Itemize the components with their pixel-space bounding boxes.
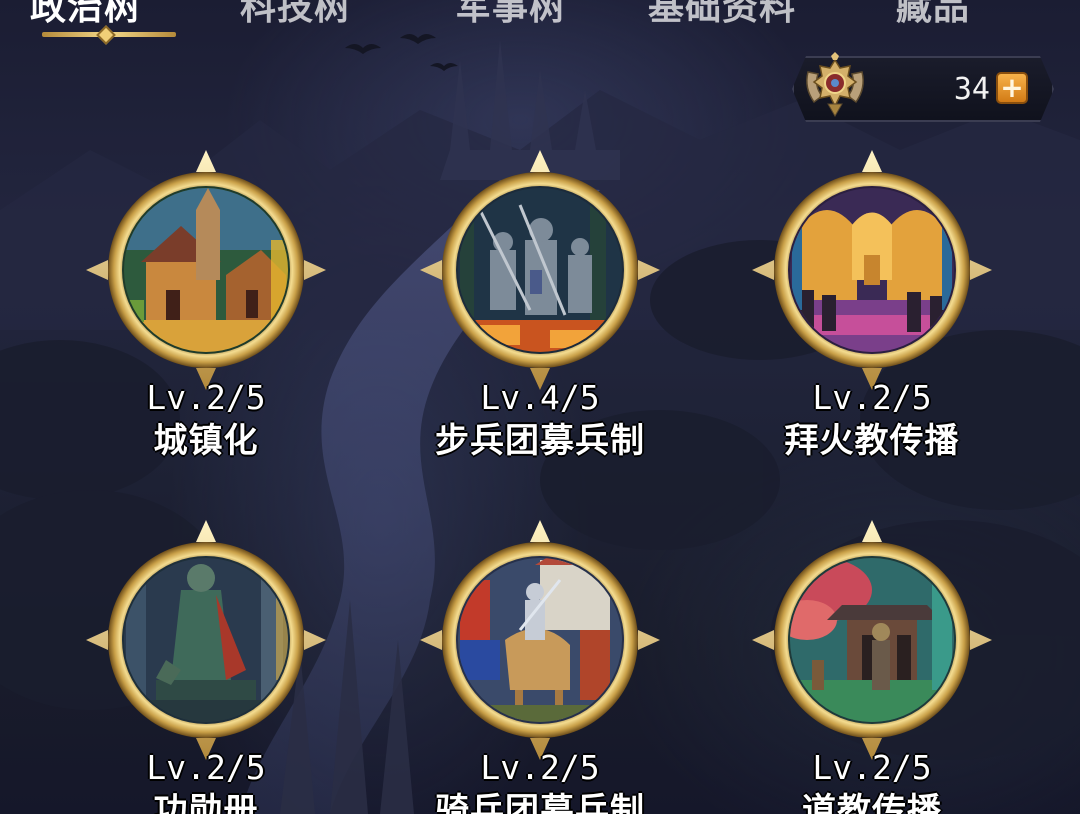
- policy-card-infantry-recruitment[interactable]: Lv.4/5 步兵团募兵制: [420, 150, 660, 470]
- policy-card-zoroastrianism-spread[interactable]: Lv.2/5 拜火教传播: [752, 150, 992, 470]
- policy-name: 步兵团募兵制: [435, 421, 645, 461]
- policy-name: 骑兵团募兵制: [435, 791, 645, 814]
- policy-name: 城镇化: [153, 421, 259, 461]
- policy-card-cavalry-recruitment[interactable]: Lv.2/5 骑兵团募兵制: [420, 520, 660, 814]
- policy-level: Lv.2/5: [812, 378, 932, 417]
- currency-amount: 34: [953, 72, 990, 107]
- tab-bar: 政治树 科技树 军事树 基础资料 藏品: [0, 0, 1080, 52]
- tab-collection[interactable]: 藏品: [896, 0, 970, 28]
- active-tab-gem-icon: [96, 25, 116, 45]
- policy-level: Lv.2/5: [146, 748, 266, 787]
- policy-card-taoism-spread[interactable]: Lv.2/5 道教传播: [752, 520, 992, 814]
- cavalry-painting-icon: [420, 520, 660, 760]
- statue-painting-icon: [86, 520, 326, 760]
- add-currency-button[interactable]: +: [996, 72, 1028, 104]
- winged-shield-emblem-icon: [806, 52, 864, 117]
- policy-name: 道教传播: [802, 791, 942, 814]
- tab-military[interactable]: 军事树: [455, 0, 566, 28]
- policy-card-merit-book[interactable]: Lv.2/5 功勋册: [86, 520, 326, 814]
- tab-basics[interactable]: 基础资料: [648, 0, 796, 28]
- town-painting-icon: [86, 150, 326, 390]
- policy-name: 拜火教传播: [784, 421, 960, 461]
- policy-level: Lv.2/5: [812, 748, 932, 787]
- tab-technology[interactable]: 科技树: [240, 0, 351, 28]
- taoist-shrine-painting-icon: [752, 520, 992, 760]
- fire-temple-painting-icon: [752, 150, 992, 390]
- infantry-painting-icon: [420, 150, 660, 390]
- policy-card-urbanization[interactable]: Lv.2/5 城镇化: [86, 150, 326, 470]
- policy-level: Lv.2/5: [146, 378, 266, 417]
- policy-name: 功勋册: [153, 791, 259, 814]
- tab-politics[interactable]: 政治树: [30, 0, 141, 28]
- policy-level: Lv.2/5: [480, 748, 600, 787]
- policy-level: Lv.4/5: [480, 378, 600, 417]
